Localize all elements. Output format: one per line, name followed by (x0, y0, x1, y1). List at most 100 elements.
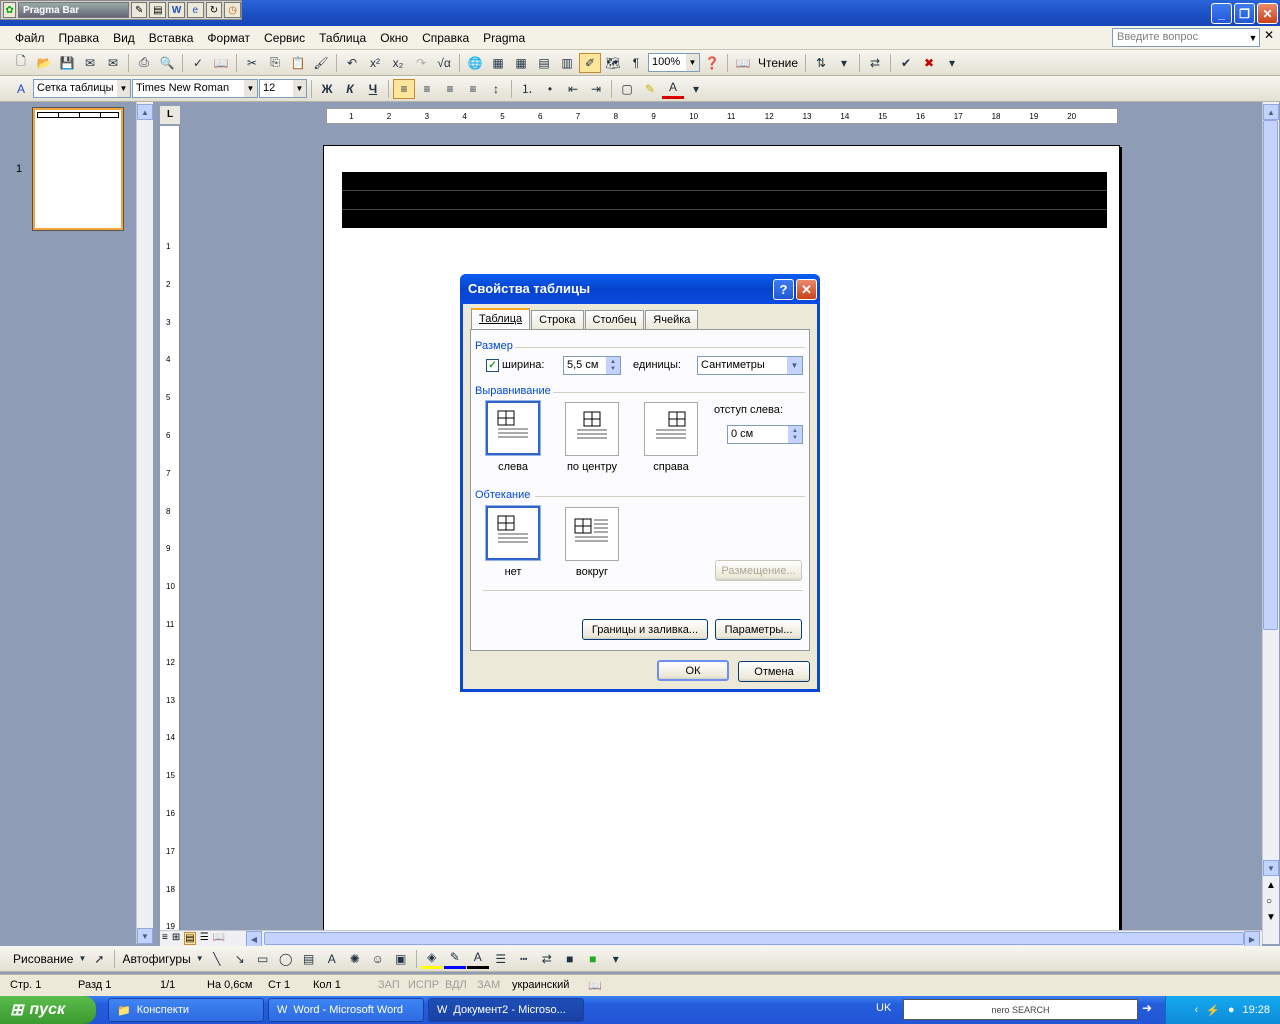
tables-borders-icon[interactable]: ▦ (487, 53, 509, 73)
thumbnail-scrollbar[interactable]: ▲ ▼ (136, 102, 153, 944)
spin-down-icon[interactable]: ▼ (610, 366, 616, 373)
line-color-icon[interactable]: ✎ (443, 949, 466, 969)
clipart-icon[interactable]: ☺ (367, 949, 389, 969)
status-ovr[interactable]: ЗАМ (477, 979, 500, 991)
undo-icon[interactable]: ↶ (341, 53, 363, 73)
spin-down-icon[interactable]: ▼ (792, 435, 798, 442)
read-icon[interactable]: 📖 (732, 53, 754, 73)
document-horizontal-scrollbar[interactable]: ≡ ⊞ ▤ ☰ 📖 ◀ ▶ (160, 930, 1262, 947)
close-icon[interactable]: ✕ (1257, 3, 1278, 24)
chevron-down-icon[interactable]: ▼ (1246, 28, 1260, 47)
doc-map-icon[interactable]: 🗺 (602, 53, 624, 73)
pragma-logo-icon[interactable]: ✿ (3, 2, 17, 18)
fill-color-icon[interactable]: ◈ (420, 949, 443, 969)
line-icon[interactable]: ╲ (206, 949, 228, 969)
reading-view-icon[interactable]: 📖 (213, 932, 225, 945)
toolbar-options-icon[interactable]: ▾ (941, 53, 963, 73)
placement-button[interactable]: Размещение... (715, 560, 802, 581)
print-icon[interactable]: ⎙ (133, 53, 155, 73)
justify-icon[interactable]: ≡ (462, 79, 484, 99)
tray-chevron-icon[interactable]: ‹ (1194, 1004, 1198, 1016)
font-size-select[interactable]: 12 ▼ (259, 79, 307, 98)
chevron-down-icon[interactable]: ▼ (195, 949, 205, 969)
align-center-option[interactable] (565, 402, 619, 456)
sort-icon[interactable]: ⇅ (810, 53, 832, 73)
bullets-icon[interactable]: • (539, 79, 561, 99)
select-objects-icon[interactable]: ➚ (88, 949, 110, 969)
vertical-ruler[interactable]: 1 2 3 4 5 6 7 8 9 10 11 12 13 14 15 16 17 18 19 (160, 126, 180, 944)
drawing-menu[interactable]: Рисование (10, 952, 76, 966)
permission-icon[interactable]: ✉ (79, 53, 101, 73)
scroll-up-icon[interactable]: ▲ (137, 104, 153, 120)
pragma-translate-icon[interactable]: ⇄ (864, 53, 886, 73)
network-icon[interactable]: ⚡ (1206, 1004, 1220, 1017)
align-left-option[interactable] (485, 400, 541, 456)
help-icon[interactable]: ❓ (701, 53, 723, 73)
task-konspekty[interactable]: 📁 Конспекти (108, 998, 264, 1022)
nero-search-box[interactable]: nero SEARCH (903, 999, 1138, 1020)
prev-page-icon[interactable]: ▲ (1266, 880, 1276, 891)
font-select[interactable]: Times New Roman ▼ (132, 79, 258, 98)
redo-icon[interactable]: ↷ (410, 53, 432, 73)
chevron-down-icon[interactable]: ▼ (787, 357, 802, 374)
email-icon[interactable]: ✉ (102, 53, 124, 73)
close-icon[interactable]: ✕ (796, 279, 817, 300)
language-indicator[interactable]: UK (876, 1002, 891, 1014)
panda-icon[interactable]: ● (1228, 1004, 1235, 1016)
restore-icon[interactable]: ❐ (1234, 3, 1255, 24)
clock-icon[interactable]: ◷ (224, 2, 241, 18)
doc-close-icon[interactable]: ✕ (1262, 28, 1276, 46)
new-doc-icon[interactable]: 🗋 (10, 53, 32, 73)
vertical-scroll-thumb[interactable] (1263, 120, 1278, 630)
subscript-icon[interactable]: x₂ (387, 53, 409, 73)
next-page-icon[interactable]: ▼ (1266, 912, 1276, 923)
spelling-status-icon[interactable]: 📖 (588, 979, 602, 992)
align-right-option[interactable] (644, 402, 698, 456)
paste-icon[interactable]: 📋 (287, 53, 309, 73)
horizontal-ruler[interactable]: 1 2 3 4 5 6 7 8 9 10 11 12 13 14 15 16 17 18 19 20 (326, 108, 1118, 124)
menu-file[interactable]: Файл (8, 26, 52, 50)
wrap-around-option[interactable] (565, 507, 619, 561)
borders-icon[interactable]: ▢ (616, 79, 638, 99)
toolbar-options-icon[interactable]: ▾ (685, 79, 707, 99)
status-rec[interactable]: ЗАП (378, 979, 400, 991)
shadow-icon[interactable]: ■ (559, 949, 581, 969)
normal-view-icon[interactable]: ≡ (162, 932, 168, 945)
decrease-indent-icon[interactable]: ⇤ (562, 79, 584, 99)
browse-object-icon[interactable]: ○ (1266, 896, 1272, 907)
status-trk[interactable]: ИСПР (408, 979, 439, 991)
menu-insert[interactable]: Вставка (142, 26, 201, 50)
outline-view-icon[interactable]: ☰ (200, 932, 209, 945)
help-icon[interactable]: ? (773, 279, 794, 300)
underline-button[interactable]: Ч (362, 79, 384, 99)
picture-icon[interactable]: ▣ (390, 949, 412, 969)
spin-up-icon[interactable]: ▲ (610, 359, 616, 366)
rectangle-icon[interactable]: ▭ (252, 949, 274, 969)
borders-shading-button[interactable]: Границы и заливка... (582, 619, 708, 640)
scroll-left-icon[interactable]: ◀ (246, 931, 262, 947)
ie-icon[interactable]: e (186, 2, 204, 18)
3d-icon[interactable]: ■ (582, 949, 604, 969)
pragma-cancel-icon[interactable]: ✖ (918, 53, 940, 73)
toolbar-options-icon[interactable]: ▾ (833, 53, 855, 73)
pencil-icon[interactable]: ✎ (130, 2, 148, 18)
toolbar-options-icon[interactable]: ▾ (605, 949, 627, 969)
ok-button[interactable]: ОК (657, 660, 729, 681)
wrap-none-option[interactable] (485, 505, 541, 561)
drawing-icon[interactable]: ✐ (579, 52, 601, 73)
tab-selector[interactable]: L (160, 106, 180, 124)
italic-button[interactable]: К (339, 79, 361, 99)
page-thumbnail[interactable] (32, 107, 124, 231)
arrow-style-icon[interactable]: ⇄ (536, 949, 558, 969)
style-select[interactable]: Сетка таблицы ▼ (33, 79, 131, 98)
font-color-icon[interactable]: A (662, 79, 684, 99)
scroll-up-icon[interactable]: ▲ (1263, 104, 1279, 120)
dash-style-icon[interactable]: ┅ (513, 949, 535, 969)
horizontal-scroll-thumb[interactable] (264, 932, 1244, 945)
styles-icon[interactable]: A (10, 79, 32, 99)
line-style-icon[interactable]: ☰ (490, 949, 512, 969)
go-arrow-icon[interactable]: ➜ (1142, 1001, 1152, 1015)
spin-up-icon[interactable]: ▲ (792, 428, 798, 435)
spelling-icon[interactable]: ✓ (187, 53, 209, 73)
insert-table-icon[interactable]: ▦ (510, 53, 532, 73)
